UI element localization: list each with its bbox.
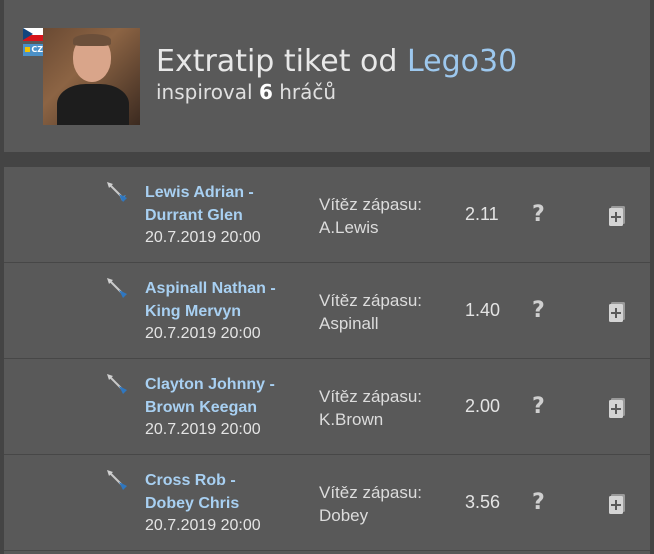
odds-value: 2.11 (465, 204, 499, 224)
match-date: 20.7.2019 20:00 (145, 421, 261, 438)
country-flag: CZ (23, 28, 43, 58)
match-link[interactable]: Aspinall Nathan - King Mervyn (145, 277, 305, 323)
page-title: Extratip tiket od Lego30 (156, 44, 517, 79)
inspired-count: 6 (258, 80, 273, 104)
ticket-row: Lewis Adrian - Durrant Glen 20.7.2019 20… (4, 167, 650, 263)
country-code-badge: CZ (23, 44, 43, 56)
darts-icon (107, 182, 127, 202)
match-date: 20.7.2019 20:00 (145, 517, 261, 534)
add-to-ticket-icon[interactable] (608, 205, 626, 227)
question-mark-icon[interactable]: ? (532, 298, 545, 323)
subtitle-suffix: hráčů (279, 80, 337, 104)
match-link[interactable]: Clayton Johnny - Brown Keegan (145, 373, 305, 419)
question-mark-icon[interactable]: ? (532, 394, 545, 419)
tip-text: Vítěz zápasu: Dobey (319, 483, 423, 525)
darts-icon (107, 374, 127, 394)
darts-icon (107, 470, 127, 490)
odds-value: 1.40 (465, 300, 501, 320)
ticket-header: CZ Extratip tiket od Lego30 inspiroval 6… (4, 0, 650, 152)
match-date: 20.7.2019 20:00 (145, 229, 261, 246)
ticket-row: Aspinall Nathan - King Mervyn 20.7.2019 … (4, 263, 650, 359)
inspired-count-text: inspiroval 6 hráčů (156, 80, 336, 104)
add-to-ticket-icon[interactable] (608, 493, 626, 515)
ticket-row: Cross Rob - Dobey Chris 20.7.2019 20:00 … (4, 455, 650, 551)
tip-text: Vítěz zápasu: K.Brown (319, 387, 423, 429)
odds-value: 3.56 (465, 492, 501, 512)
match-link[interactable]: Lewis Adrian - Durrant Glen (145, 181, 305, 227)
add-to-ticket-icon[interactable] (608, 301, 626, 323)
match-link[interactable]: Cross Rob - Dobey Chris (145, 469, 305, 515)
tip-text: Vítěz zápasu: A.Lewis (319, 195, 423, 237)
ticket-row: Clayton Johnny - Brown Keegan 20.7.2019 … (4, 359, 650, 455)
darts-icon (107, 278, 127, 298)
username-link[interactable]: Lego30 (407, 44, 517, 79)
tip-text: Vítěz zápasu: Aspinall (319, 291, 423, 333)
user-avatar[interactable] (43, 28, 140, 125)
odds-value: 2.00 (465, 396, 501, 416)
ticket-list: Lewis Adrian - Durrant Glen 20.7.2019 20… (4, 167, 650, 554)
title-prefix: Extratip tiket od (156, 44, 398, 79)
czech-flag-icon (23, 28, 43, 41)
question-mark-icon[interactable]: ? (532, 490, 545, 515)
match-date: 20.7.2019 20:00 (145, 325, 261, 342)
add-to-ticket-icon[interactable] (608, 397, 626, 419)
question-mark-icon[interactable]: ? (532, 202, 545, 227)
subtitle-prefix: inspiroval (156, 80, 253, 104)
